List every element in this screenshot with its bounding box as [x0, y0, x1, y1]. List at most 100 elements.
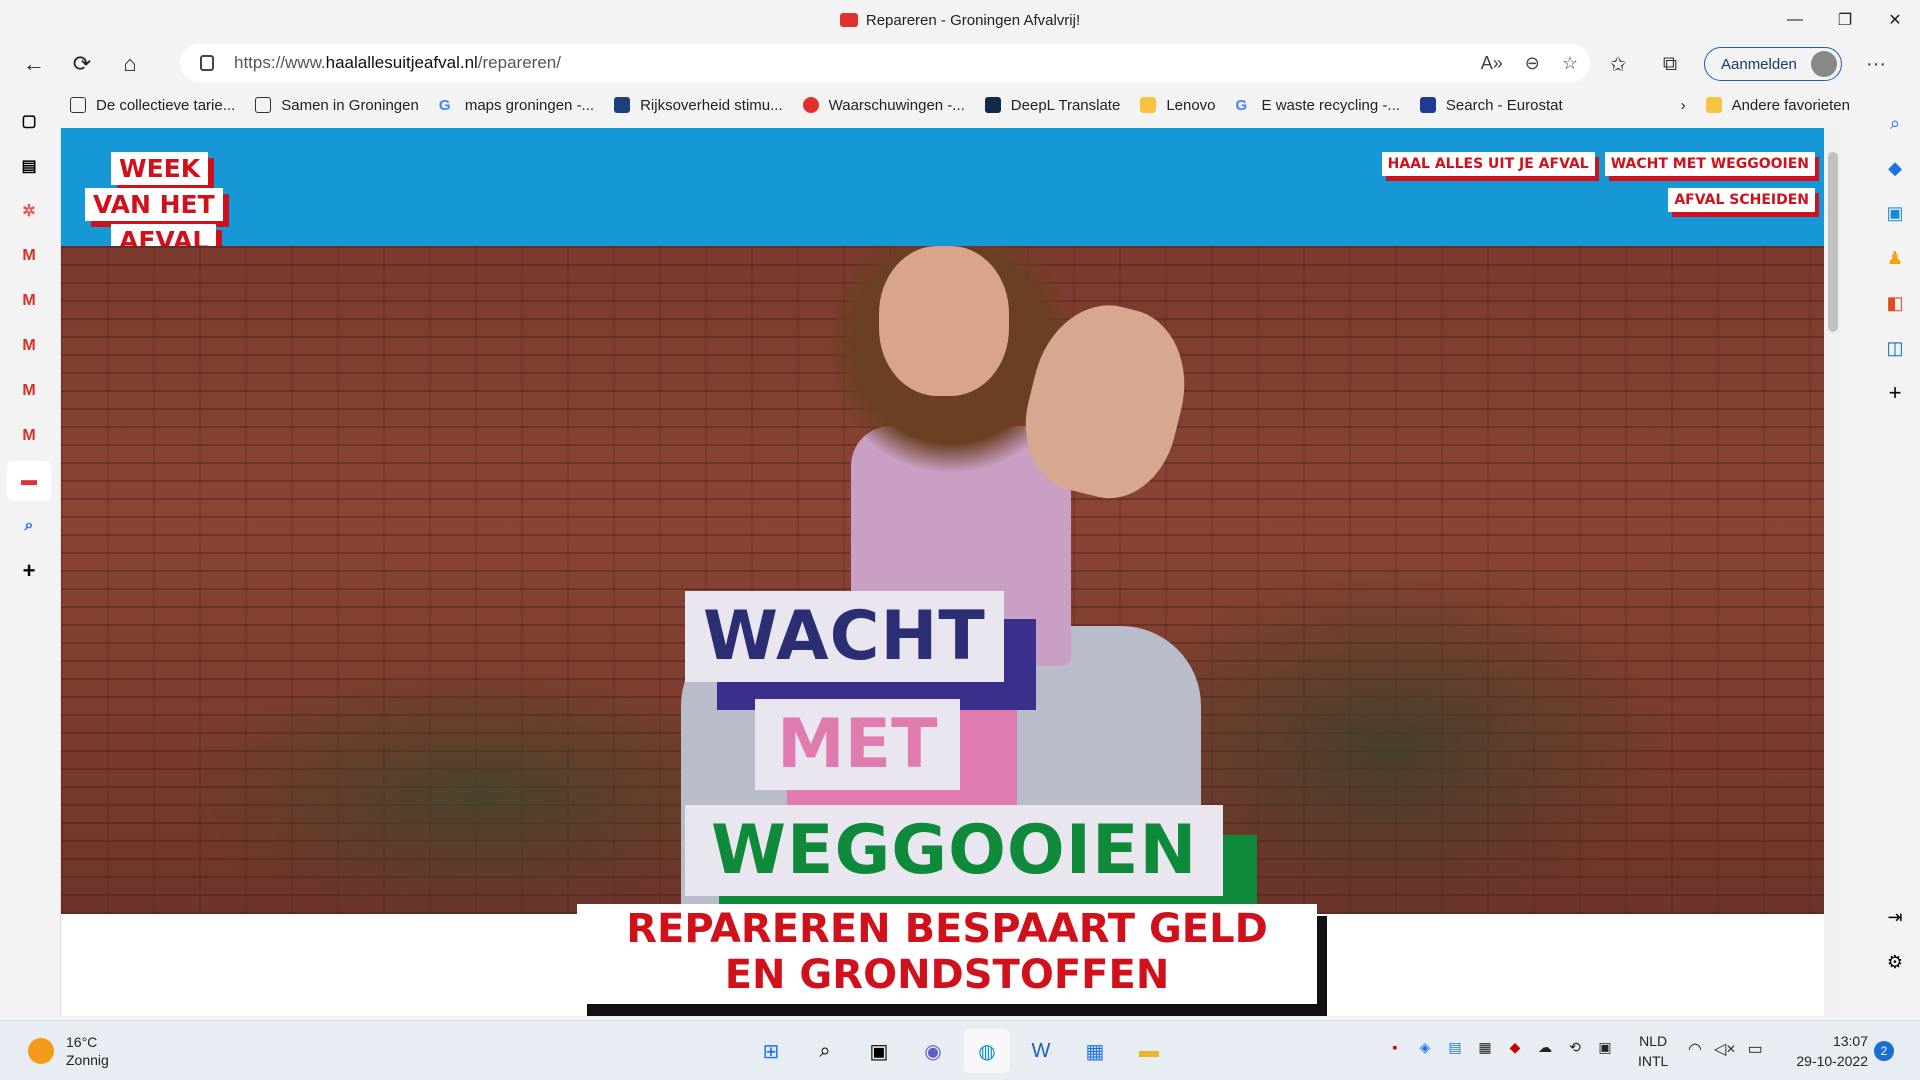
page-icon: [255, 97, 272, 113]
favorites-icon[interactable]: ✩: [1600, 46, 1636, 82]
minimize-button[interactable]: —: [1770, 0, 1820, 40]
workspaces-icon[interactable]: ▤: [7, 146, 51, 186]
tray-app-icon[interactable]: ▪: [1385, 1037, 1405, 1057]
tray-app-icon[interactable]: ▤: [1445, 1037, 1465, 1057]
file-explorer-icon[interactable]: ▬: [1126, 1029, 1172, 1073]
page-scrollbar[interactable]: [1824, 128, 1842, 1016]
search-icon[interactable]: ⌕: [802, 1029, 848, 1073]
favorite-item[interactable]: De collectieve tarie...: [60, 90, 245, 120]
gmail-icon[interactable]: M: [7, 236, 51, 276]
shopping-icon[interactable]: ◆: [1877, 150, 1913, 186]
games-icon[interactable]: ♟: [1877, 240, 1913, 276]
url-prefix: https://www.: [234, 53, 326, 72]
onedrive-icon[interactable]: ☁: [1535, 1037, 1555, 1057]
search-icon[interactable]: ⌕: [1877, 105, 1913, 141]
favorite-item[interactable]: Rijksoverheid stimu...: [604, 90, 793, 120]
collections-icon[interactable]: ⧉: [1652, 46, 1688, 82]
chat-icon[interactable]: ◉: [910, 1029, 956, 1073]
page-icon: [70, 97, 86, 113]
notification-badge[interactable]: 2: [1874, 1041, 1894, 1061]
read-aloud-icon[interactable]: A»: [1481, 53, 1503, 74]
restore-button[interactable]: ❐: [1820, 0, 1870, 40]
headline-word: WACHT: [685, 591, 1004, 682]
settings-icon[interactable]: ⚙: [1877, 944, 1913, 980]
logo-line: WEEK: [111, 152, 209, 185]
office-icon[interactable]: ◧: [1877, 285, 1913, 321]
nav-row: HAAL ALLES UIT JE AFVAL WACHT MET WEGGOO…: [1381, 152, 1815, 176]
address-bar[interactable]: https://www. haalallesuitjeafval.nl/repar…: [180, 44, 1590, 82]
folder-icon: [1140, 97, 1157, 113]
taskbar: 16°C Zonnig ⊞ ⌕ ▣ ◉ ◍ W ▦ ▬ ▪ ◈ ▤ ▦ ◆ ☁ …: [0, 1020, 1920, 1080]
folder-icon: [1705, 97, 1722, 113]
nav-link[interactable]: AFVAL SCHEIDEN: [1668, 188, 1815, 212]
favorite-item[interactable]: Lenovo: [1130, 90, 1225, 120]
nav-link[interactable]: WACHT MET WEGGOOIEN: [1604, 152, 1815, 176]
add-tab-icon[interactable]: +: [7, 551, 51, 591]
nav-link[interactable]: HAAL ALLES UIT JE AFVAL: [1381, 152, 1595, 176]
gmail-icon[interactable]: M: [7, 371, 51, 411]
add-sidebar-icon[interactable]: +: [1877, 375, 1913, 411]
gmail-icon[interactable]: M: [7, 281, 51, 321]
site-logo[interactable]: WEEK VAN HET AFVAL: [85, 152, 223, 260]
favorite-item[interactable]: Waarschuwingen -...: [793, 90, 975, 120]
system-icons[interactable]: ◠ ◁× ▭: [1688, 1039, 1763, 1059]
active-tab-icon[interactable]: ▬: [7, 461, 51, 501]
hide-sidebar-icon[interactable]: ⇥: [1877, 899, 1913, 935]
temperature: 16°C: [66, 1034, 98, 1050]
favorites-overflow-icon[interactable]: ›: [1671, 90, 1696, 120]
favorite-item[interactable]: Search - Eurostat: [1410, 90, 1573, 120]
input-language[interactable]: NLD INTL: [1638, 1031, 1668, 1071]
close-button[interactable]: ✕: [1870, 0, 1920, 40]
add-favorite-icon[interactable]: ☆: [1562, 53, 1578, 74]
left-sidebar: ▢ ▤ ✲ M M M M M ▬ ⌕ +: [0, 96, 58, 1016]
system-tray: ▪ ◈ ▤ ▦ ◆ ☁ ⟲ ▣: [1385, 1037, 1615, 1057]
toolbar-right: ✩ ⧉ Aanmelden ···: [1600, 44, 1894, 84]
favorite-item[interactable]: Samen in Groningen: [245, 90, 429, 120]
window-title: Repareren - Groningen Afvalvrij!: [839, 12, 1080, 29]
mcafee-icon[interactable]: ◆: [1505, 1037, 1525, 1057]
tray-app-icon[interactable]: ▦: [1475, 1037, 1495, 1057]
site-header: WEEK VAN HET AFVAL HAAL ALLES UIT JE AFV…: [61, 128, 1842, 257]
signin-button[interactable]: Aanmelden: [1704, 47, 1842, 81]
word-icon[interactable]: W: [1018, 1029, 1064, 1073]
nav-row: AFVAL SCHEIDEN: [1668, 188, 1815, 212]
gmail-icon[interactable]: M: [7, 416, 51, 456]
store-icon[interactable]: ▦: [1072, 1029, 1118, 1073]
refresh-icon[interactable]: ⟳: [58, 44, 106, 84]
tab-actions-icon[interactable]: ▢: [7, 101, 51, 141]
other-favorites[interactable]: Andere favorieten: [1696, 90, 1860, 120]
joomla-icon[interactable]: ✲: [7, 191, 51, 231]
address-bar-icons: A» ⊖ ☆: [1481, 44, 1578, 82]
time: 13:07: [1832, 1033, 1868, 1049]
defender-icon[interactable]: ◈: [1415, 1037, 1435, 1057]
edge-icon[interactable]: ◍: [964, 1029, 1010, 1073]
more-icon[interactable]: ···: [1858, 46, 1894, 82]
cta-banner: REPAREREN BESPAART GELD EN GRONDSTOFFEN: [577, 904, 1317, 1004]
weather-condition: Zonnig: [66, 1052, 109, 1068]
outlook-icon[interactable]: ◫: [1877, 330, 1913, 366]
url-host: haalallesuitjeafval.nl: [325, 53, 478, 72]
back-icon[interactable]: ←: [10, 44, 58, 84]
tray-app-icon[interactable]: ▣: [1595, 1037, 1615, 1057]
weather-widget[interactable]: 16°C Zonnig: [28, 1033, 109, 1069]
home-icon[interactable]: ⌂: [106, 44, 154, 84]
tools-icon[interactable]: ▣: [1877, 195, 1913, 231]
cta-line: REPAREREN BESPAART GELD: [626, 906, 1268, 952]
sync-icon[interactable]: ⟲: [1565, 1037, 1585, 1057]
scrollbar-thumb[interactable]: [1828, 152, 1838, 332]
browser-toolbar: ← ⟳ ⌂ https://www. haalallesuitjeafval.nl…: [0, 40, 1920, 88]
page-viewport: WEEK VAN HET AFVAL HAAL ALLES UIT JE AFV…: [60, 128, 1842, 1016]
gmail-icon[interactable]: M: [7, 326, 51, 366]
zoom-icon[interactable]: ⊖: [1525, 53, 1540, 74]
start-icon[interactable]: ⊞: [748, 1029, 794, 1073]
search-tab-icon[interactable]: ⌕: [7, 506, 51, 546]
battery-icon: ▭: [1747, 1041, 1763, 1058]
favorite-item[interactable]: GE waste recycling -...: [1226, 90, 1410, 120]
clock[interactable]: 13:07 29-10-2022: [1788, 1031, 1868, 1071]
task-view-icon[interactable]: ▣: [856, 1029, 902, 1073]
lock-icon[interactable]: [200, 55, 214, 71]
weather-text: 16°C Zonnig: [66, 1033, 109, 1069]
favorite-item[interactable]: Gmaps groningen -...: [429, 90, 604, 120]
favorite-item[interactable]: DeepL Translate: [975, 90, 1131, 120]
